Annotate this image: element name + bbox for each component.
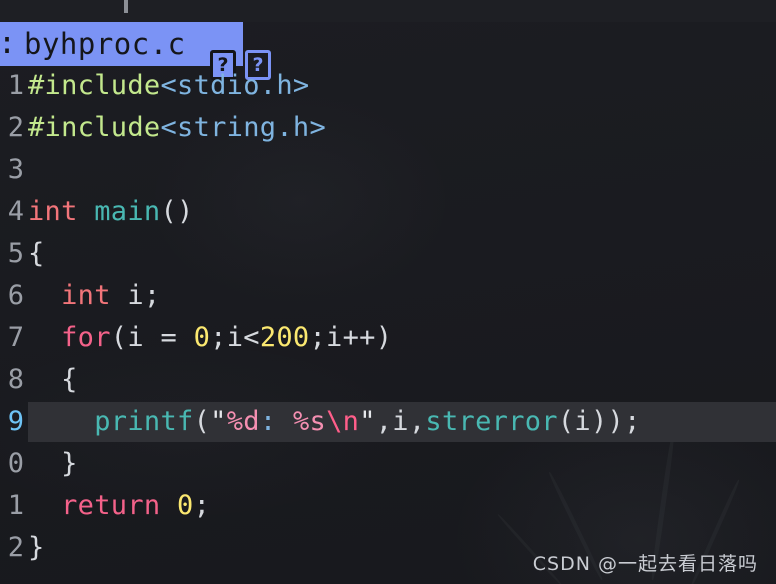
line-source: } (28, 532, 45, 563)
function-name: main (94, 196, 161, 227)
type-keyword: int (61, 280, 111, 311)
preprocessor-directive: #include (28, 112, 161, 143)
number-literal: 200 (259, 322, 310, 353)
code-line[interactable]: 4 int main() (0, 192, 776, 234)
format-specifier: %s (276, 406, 327, 437)
csdn-watermark: CSDN @一起去看日落吗 (532, 553, 758, 575)
code-line[interactable]: 1 return 0; (0, 486, 776, 528)
loop-incr: ;i++) (309, 322, 393, 353)
code-line-active[interactable]: 9 printf("%d: %s\n",i,strerror(i)); (0, 402, 776, 444)
header-include: <stdio.h> (160, 70, 310, 101)
line-source: #include<stdio.h> (28, 70, 309, 102)
code-line[interactable]: 5 { (0, 234, 776, 276)
line-source: { (28, 238, 45, 269)
punctuation: ( (193, 406, 211, 437)
line-number-active: 9 (7, 406, 24, 437)
function-name: printf (94, 406, 194, 437)
code-line[interactable]: 6 int i; (0, 276, 776, 318)
code-line[interactable]: 7 for(i = 0;i<200;i++) (0, 318, 776, 360)
line-number: 5 (7, 238, 24, 269)
line-number: 2 (7, 112, 24, 143)
string-quote: " (359, 406, 376, 437)
code-editor-window: : byhproc.c ? ? 1 #include<stdio.h> 2 #i… (0, 0, 776, 584)
format-specifier: %d (226, 406, 260, 437)
number-literal: 0 (193, 322, 211, 353)
line-number: 6 (7, 280, 24, 311)
line-number: 8 (7, 364, 24, 395)
code-line[interactable]: 2 #include<string.h> (0, 108, 776, 150)
line-number: 0 (7, 448, 24, 479)
return-keyword: return (61, 490, 161, 521)
line-source: int main() (28, 196, 194, 228)
tab-prefix-colon: : (0, 28, 16, 60)
line-source: for(i = 0;i<200;i++) (28, 322, 392, 354)
string-colon: : (259, 406, 277, 437)
loop-cond: ;i< (210, 322, 260, 353)
editor-top-strip (0, 0, 776, 22)
line-number: 7 (7, 322, 24, 353)
code-line[interactable]: 3 (0, 150, 776, 192)
escape-sequence: \n (326, 406, 360, 437)
preprocessor-directive: #include (28, 70, 161, 101)
variable-declaration: i; (110, 280, 161, 311)
code-line[interactable]: 1 #include<stdio.h> (0, 66, 776, 108)
code-line[interactable]: 0 } (0, 444, 776, 486)
code-area[interactable]: 1 #include<stdio.h> 2 #include<string.h>… (0, 66, 776, 584)
editor-tab-bar[interactable]: : byhproc.c ? ? (0, 22, 776, 80)
argument-list: ,i, (375, 406, 426, 437)
line-number: 4 (7, 196, 24, 227)
line-number: 2 (7, 532, 24, 563)
text-caret (124, 0, 128, 13)
header-include: <string.h> (160, 112, 327, 143)
punctuation: ; (193, 490, 211, 521)
line-source: return 0; (28, 490, 210, 522)
string-quote: " (210, 406, 227, 437)
punctuation: (i)); (557, 406, 641, 437)
tab-filename[interactable]: byhproc.c (24, 28, 186, 60)
line-source: int i; (28, 280, 160, 312)
line-source: { (28, 364, 78, 395)
function-name: strerror (425, 406, 558, 437)
type-keyword: int (28, 196, 78, 227)
line-number: 3 (7, 154, 24, 185)
number-literal: 0 (177, 490, 194, 521)
line-source: printf("%d: %s\n",i,strerror(i)); (28, 406, 641, 438)
line-source: } (28, 448, 78, 479)
line-number: 1 (7, 70, 24, 101)
loop-init: (i = (110, 322, 194, 353)
line-number: 1 (7, 490, 24, 521)
code-line[interactable]: 8 { (0, 360, 776, 402)
punctuation: () (160, 196, 194, 227)
for-keyword: for (61, 322, 111, 353)
line-source: #include<string.h> (28, 112, 326, 144)
